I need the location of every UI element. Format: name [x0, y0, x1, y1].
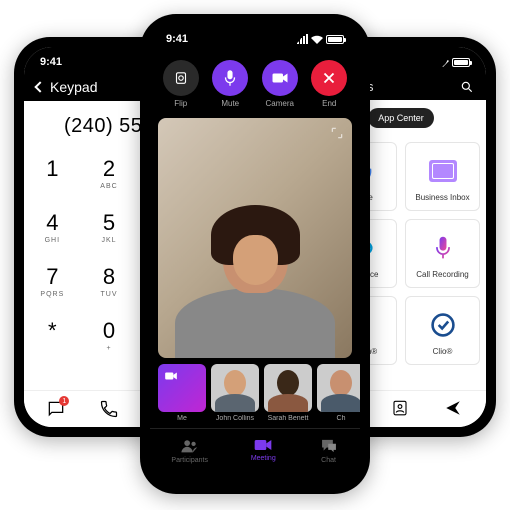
contacts-icon[interactable] [391, 399, 411, 419]
chat-badge: 1 [59, 396, 69, 406]
tab-participants[interactable]: Participants [171, 437, 208, 464]
calls-icon[interactable] [99, 399, 119, 419]
camera-control[interactable]: Camera [262, 60, 298, 108]
search-icon[interactable] [460, 80, 474, 94]
header-title: Keypad [50, 79, 97, 95]
app-callrecording[interactable]: Call Recording [405, 219, 480, 288]
back-icon[interactable] [34, 81, 45, 92]
end-control[interactable]: End [311, 60, 347, 108]
flip-control[interactable]: Flip [163, 60, 199, 108]
thumb-john[interactable]: John Collins [211, 364, 259, 422]
key-4[interactable]: 4GHI [24, 200, 81, 254]
key-5[interactable]: 5JKL [81, 200, 138, 254]
tab-chat[interactable]: Chat [319, 437, 339, 464]
key-0[interactable]: 0+ [81, 308, 138, 362]
participant-thumbnails: MeJohn CollinsSarah BenettCh [150, 358, 360, 428]
key-8[interactable]: 8TUV [81, 254, 138, 308]
app-clio[interactable]: Clio® [405, 296, 480, 365]
phone-meeting: 9:41 Flip Mute Camera End MeJohn CollinsSar… [140, 14, 370, 494]
thumb-sarah[interactable]: Sarah Benett [264, 364, 312, 422]
key-1[interactable]: 1 [24, 146, 81, 200]
key-2[interactable]: 2ABC [81, 146, 138, 200]
thumb-more[interactable]: Ch [317, 364, 360, 422]
expand-icon[interactable] [330, 126, 344, 140]
meeting-controls: Flip Mute Camera End [150, 50, 360, 118]
key-*[interactable]: * [24, 308, 81, 362]
status-time: 9:41 [166, 33, 188, 45]
meeting-nav: Participants Meeting Chat [150, 428, 360, 480]
status-time: 9:41 [40, 56, 62, 68]
app-businessinbox[interactable]: Business Inbox [405, 142, 480, 211]
send-icon[interactable] [444, 399, 464, 419]
main-video[interactable] [158, 118, 352, 358]
tab-meeting[interactable]: Meeting [251, 437, 276, 464]
app-center-button[interactable]: App Center [368, 108, 434, 128]
thumb-me[interactable]: Me [158, 364, 206, 422]
key-7[interactable]: 7PQRS [24, 254, 81, 308]
chat-icon[interactable]: 1 [46, 399, 66, 419]
status-icons [297, 34, 344, 44]
mute-control[interactable]: Mute [212, 60, 248, 108]
